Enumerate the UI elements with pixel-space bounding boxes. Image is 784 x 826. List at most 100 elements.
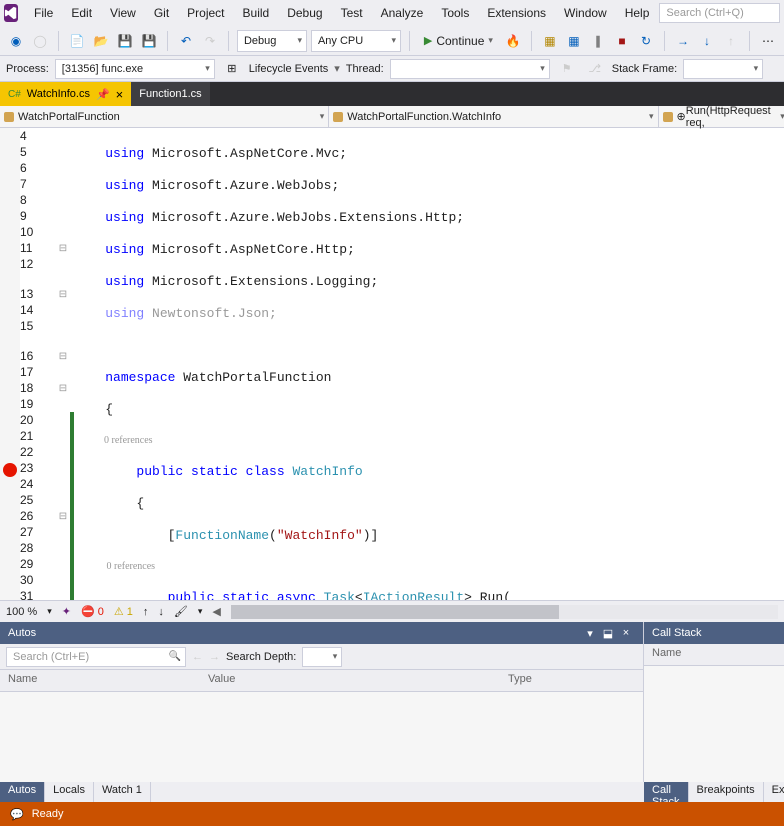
stop-button[interactable]: ■ bbox=[612, 30, 632, 52]
col-name[interactable]: Name bbox=[644, 644, 784, 665]
autos-title-bar: Autos ▾ ⬓ × bbox=[0, 622, 643, 644]
panel-dropdown-icon[interactable]: ▾ bbox=[581, 627, 599, 640]
back-button[interactable]: ◉ bbox=[6, 30, 26, 52]
tab-function1[interactable]: Function1.cs bbox=[131, 82, 209, 106]
break-all-button[interactable]: ∥ bbox=[588, 30, 608, 52]
intellicode-icon[interactable]: ✦ bbox=[62, 605, 71, 618]
undo-button[interactable]: ↶ bbox=[176, 30, 196, 52]
menu-debug[interactable]: Debug bbox=[279, 4, 330, 22]
code-editor[interactable]: 456789101112 131415 16171819202122232425… bbox=[0, 128, 784, 600]
csharp-file-icon: C# bbox=[8, 89, 21, 100]
search-back-icon[interactable]: ← bbox=[192, 651, 203, 663]
autos-toolbar: Search (Ctrl+E) ← → Search Depth: bbox=[0, 644, 643, 670]
menu-help[interactable]: Help bbox=[617, 4, 658, 22]
breakpoint-gutter[interactable] bbox=[0, 128, 20, 600]
tab-label: WatchInfo.cs bbox=[27, 88, 90, 100]
close-icon[interactable]: × bbox=[617, 627, 635, 639]
callstack-body[interactable] bbox=[644, 666, 784, 782]
thread-dropdown[interactable] bbox=[390, 59, 550, 79]
close-icon[interactable]: × bbox=[116, 87, 124, 102]
tab-watch1[interactable]: Watch 1 bbox=[94, 782, 151, 802]
col-type[interactable]: Type bbox=[500, 670, 643, 691]
flag-icon[interactable]: ⚑ bbox=[556, 58, 578, 80]
menu-git[interactable]: Git bbox=[146, 4, 177, 22]
autos-search-input[interactable]: Search (Ctrl+E) bbox=[6, 647, 186, 667]
code-content[interactable]: using Microsoft.AspNetCore.Mvc; using Mi… bbox=[74, 128, 784, 600]
col-name[interactable]: Name bbox=[0, 670, 200, 691]
thread-label: Thread: bbox=[346, 63, 384, 75]
step-over-button[interactable]: ↓ bbox=[697, 30, 717, 52]
process-dropdown[interactable]: [31356] func.exe bbox=[55, 59, 215, 79]
nav-up-icon[interactable]: ↑ bbox=[143, 606, 149, 618]
menu-extensions[interactable]: Extensions bbox=[479, 4, 554, 22]
tab-autos[interactable]: Autos bbox=[0, 782, 45, 802]
type-dropdown[interactable]: WatchPortalFunction.WatchInfo bbox=[329, 106, 658, 127]
stackframe-label: Stack Frame: bbox=[612, 63, 677, 75]
pin-icon[interactable]: 📌 bbox=[96, 88, 110, 101]
tab-exceptions[interactable]: Exce bbox=[764, 782, 784, 802]
error-count[interactable]: ⛔ 0 bbox=[81, 605, 104, 618]
tab-watchinfo[interactable]: C# WatchInfo.cs 📌 × bbox=[0, 82, 131, 106]
diag2-button[interactable]: ▦ bbox=[564, 30, 584, 52]
new-file-button[interactable]: 📄 bbox=[67, 30, 87, 52]
redo-button[interactable]: ↷ bbox=[200, 30, 220, 52]
pin-icon[interactable]: ⬓ bbox=[599, 627, 617, 640]
warning-count[interactable]: ⚠ 1 bbox=[114, 605, 133, 618]
menu-project[interactable]: Project bbox=[179, 4, 232, 22]
save-button[interactable]: 💾 bbox=[115, 30, 135, 52]
horizontal-scrollbar[interactable] bbox=[231, 605, 778, 619]
scope-dropdown[interactable]: WatchPortalFunction bbox=[0, 106, 329, 127]
search-depth-dropdown[interactable] bbox=[302, 647, 342, 667]
hot-reload-button[interactable]: 🔥 bbox=[503, 30, 523, 52]
diag-button[interactable]: ▦ bbox=[540, 30, 560, 52]
fold-gutter[interactable]: ⊟⊟⊟⊟⊟ bbox=[56, 128, 70, 600]
menu-file[interactable]: File bbox=[26, 4, 61, 22]
continue-label: Continue bbox=[436, 34, 484, 48]
bottom-panel-tabs: Autos Locals Watch 1 Call Stack Breakpoi… bbox=[0, 782, 784, 802]
menu-edit[interactable]: Edit bbox=[63, 4, 100, 22]
forward-button[interactable]: ◯ bbox=[30, 30, 50, 52]
menu-view[interactable]: View bbox=[102, 4, 144, 22]
brush-icon[interactable]: 🖌 bbox=[174, 605, 188, 618]
restart-button[interactable]: ↻ bbox=[636, 30, 656, 52]
menu-analyze[interactable]: Analyze bbox=[373, 4, 432, 22]
callstack-panel: Call Stack Name bbox=[644, 622, 784, 782]
save-all-button[interactable]: 💾 bbox=[139, 30, 159, 52]
autos-title: Autos bbox=[8, 627, 36, 639]
debug-panels: Autos ▾ ⬓ × Search (Ctrl+E) ← → Search D… bbox=[0, 622, 784, 782]
menu-build[interactable]: Build bbox=[235, 4, 278, 22]
more-button[interactable]: ⋯ bbox=[758, 30, 778, 52]
callstack-columns: Name bbox=[644, 644, 784, 666]
search-depth-label: Search Depth: bbox=[226, 651, 296, 663]
global-search-input[interactable]: Search (Ctrl+Q) bbox=[659, 3, 780, 23]
lifecycle-icon[interactable]: ⊞ bbox=[221, 58, 243, 80]
status-text: Ready bbox=[32, 808, 64, 820]
stackframe-dropdown[interactable] bbox=[683, 59, 763, 79]
config-dropdown[interactable]: Debug bbox=[237, 30, 307, 52]
continue-button[interactable]: ▶ Continue ▾ bbox=[418, 30, 499, 52]
tab-label: Function1.cs bbox=[139, 88, 201, 100]
step-out-button[interactable]: ↑ bbox=[721, 30, 741, 52]
zoom-level[interactable]: 100 % bbox=[6, 606, 37, 618]
col-value[interactable]: Value bbox=[200, 670, 500, 691]
breakpoint-icon[interactable] bbox=[3, 463, 17, 477]
debug-process-bar: Process: [31356] func.exe ⊞ Lifecycle Ev… bbox=[0, 56, 784, 82]
line-number-gutter: 456789101112 131415 16171819202122232425… bbox=[20, 128, 56, 600]
tab-locals[interactable]: Locals bbox=[45, 782, 94, 802]
menu-test[interactable]: Test bbox=[333, 4, 371, 22]
tab-breakpoints[interactable]: Breakpoints bbox=[689, 782, 764, 802]
tab-callstack[interactable]: Call Stack bbox=[644, 782, 689, 802]
menu-bar: File Edit View Git Project Build Debug T… bbox=[0, 0, 784, 26]
menu-window[interactable]: Window bbox=[556, 4, 615, 22]
callstack-title: Call Stack bbox=[652, 627, 702, 639]
feedback-icon[interactable]: 💬 bbox=[10, 808, 24, 821]
platform-dropdown[interactable]: Any CPU bbox=[311, 30, 401, 52]
branch-icon[interactable]: ⎇ bbox=[584, 58, 606, 80]
step-into-button[interactable]: → bbox=[673, 30, 693, 52]
nav-down-icon[interactable]: ↓ bbox=[158, 606, 164, 618]
menu-tools[interactable]: Tools bbox=[433, 4, 477, 22]
autos-body[interactable] bbox=[0, 692, 643, 782]
member-dropdown[interactable]: ⊕ Run(HttpRequest req, bbox=[659, 106, 784, 127]
search-next-icon[interactable]: → bbox=[209, 651, 220, 663]
open-button[interactable]: 📂 bbox=[91, 30, 111, 52]
